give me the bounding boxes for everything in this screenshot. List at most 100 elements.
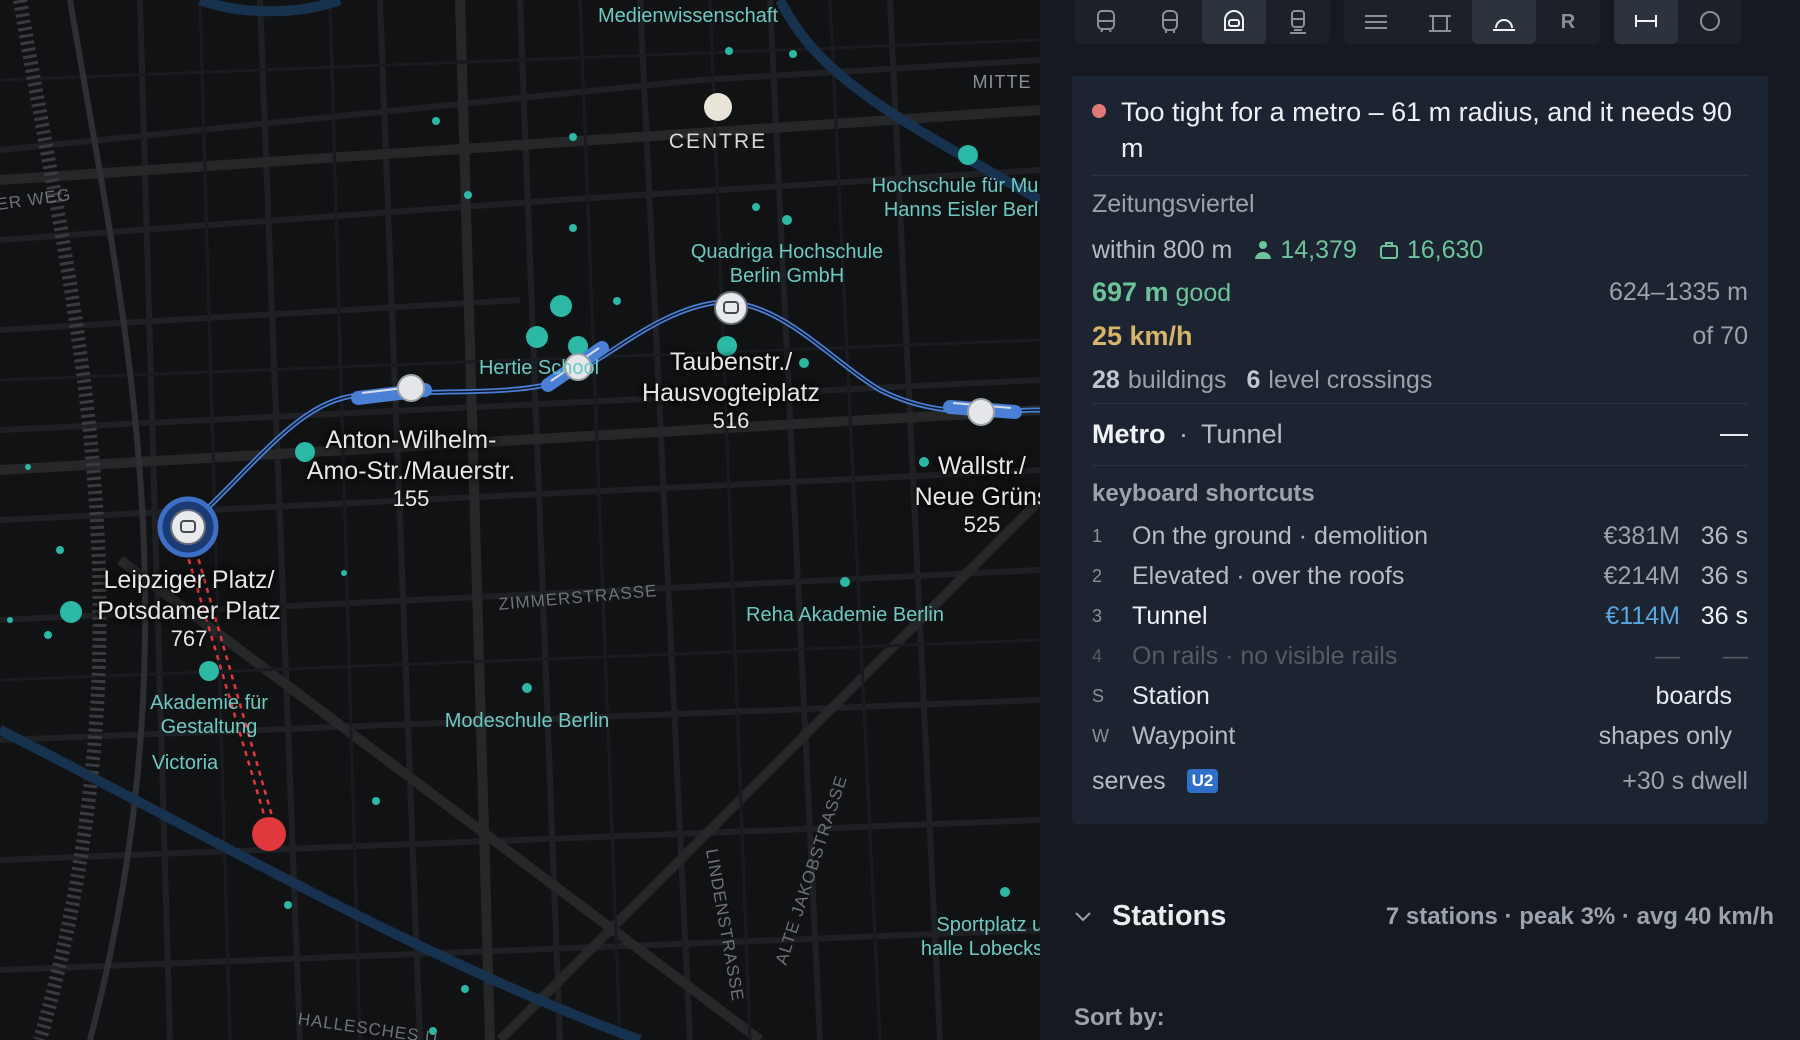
option-cost: €381M	[1603, 521, 1680, 550]
station-label-wallstr[interactable]: Wallstr./ Neue Grüns 525	[915, 451, 1040, 538]
map-label-reha: Reha Akademie Berlin	[746, 604, 944, 626]
spacing-rating: good	[1175, 278, 1232, 307]
option-key: 2	[1092, 565, 1103, 586]
map-canvas[interactable]: Medienwissenschaft MITTE CENTRE ER WEG H…	[0, 0, 1040, 1040]
option-on-rails: 4 On rails · no visible rails — —	[1092, 636, 1748, 676]
station-count: 155	[392, 486, 430, 511]
option-time: 36 s	[1700, 521, 1748, 550]
vehicle-group	[1074, 0, 1330, 44]
option-cost: €214M	[1603, 561, 1680, 590]
option-key: 4	[1092, 645, 1103, 666]
station-name: Leipziger Platz/ Potsdamer Platz	[97, 566, 281, 625]
shortcuts-heading: keyboard shortcuts	[1092, 480, 1315, 507]
mode-name: Metro	[1092, 419, 1166, 449]
briefcase-icon	[1379, 242, 1398, 259]
impact-row: 28 buildings 6 level crossings	[1092, 358, 1748, 404]
speed-max: of 70	[1692, 321, 1748, 350]
station-label-taubenstr[interactable]: Taubenstr./ Hausvogteiplatz 516	[642, 347, 820, 434]
tram-icon	[1097, 10, 1115, 33]
mode-row[interactable]: Metro · Tunnel	[1092, 404, 1748, 466]
elevated-button[interactable]	[1408, 0, 1472, 44]
r-button[interactable]: R	[1536, 0, 1600, 44]
option-time: —	[1723, 641, 1748, 670]
dwell-time: +30 s dwell	[1622, 766, 1748, 795]
draw-group	[1614, 0, 1742, 44]
option-key: W	[1092, 725, 1109, 746]
chevron-down-icon	[1075, 911, 1091, 921]
option-tunnel[interactable]: 3 Tunnel €114M 36 s	[1092, 596, 1748, 636]
option-name: Waypoint	[1132, 721, 1236, 750]
station-count: 525	[963, 512, 1001, 537]
ground-icon	[1365, 15, 1387, 29]
spacing-value: 697 m	[1092, 276, 1169, 307]
map-label-mitte: MITTE	[972, 72, 1032, 92]
station-name: Wallstr./ Neue Grüns	[914, 452, 1040, 511]
station-label-anton-wilhelm-amo[interactable]: Anton-Wilhelm- Amo-Str./Mauerstr. 155	[307, 425, 515, 512]
r-icon: R	[1560, 10, 1576, 33]
station-name: Anton-Wilhelm- Amo-Str./Mauerstr.	[306, 426, 516, 485]
residents-value: 14,379	[1280, 235, 1357, 264]
crossings-label: level crossings	[1268, 366, 1433, 394]
jobs-stat: 16,630	[1379, 236, 1483, 265]
train-button[interactable]	[1266, 0, 1330, 44]
option-key: S	[1092, 685, 1105, 706]
option-key: 1	[1092, 525, 1103, 546]
option-time: 36 s	[1700, 601, 1748, 630]
tram-button[interactable]	[1074, 0, 1138, 44]
bus-button[interactable]	[1138, 0, 1202, 44]
catchment-row: within 800 m 14,379 16,630	[1092, 230, 1748, 270]
segment-icon	[1635, 15, 1657, 27]
option-ground[interactable]: 1 On the ground · demolition €381M 36 s	[1092, 516, 1748, 556]
metro-button[interactable]	[1202, 0, 1266, 44]
map-label-victoria: Victoria	[151, 752, 219, 774]
map-label-hochschule-musik: Hochschule für Mu Hanns Eisler Berl	[871, 175, 1039, 221]
catchment-label: within 800 m	[1092, 235, 1233, 264]
side-panel: R Too tight for a metro – 61 m radius, a…	[1040, 0, 1800, 1040]
segment-button[interactable]	[1614, 0, 1678, 44]
stations-title: Stations	[1112, 900, 1227, 932]
mode-type: Tunnel	[1201, 419, 1283, 449]
station-count: 516	[712, 408, 750, 433]
option-cost: €114M	[1605, 601, 1680, 630]
speed-row: 25 km/h of 70	[1092, 314, 1748, 358]
map-label-modeschule: Modeschule Berlin	[444, 710, 610, 732]
jobs-value: 16,630	[1406, 235, 1484, 264]
crossings-count: 6	[1246, 366, 1261, 394]
residents-stat: 14,379	[1254, 235, 1357, 265]
collapse-dash-icon[interactable]	[1720, 433, 1748, 436]
tunnel-icon	[1493, 19, 1515, 31]
serves-row: serves U2 +30 s dwell	[1092, 758, 1748, 804]
spacing-range: 624–1335 m	[1608, 277, 1748, 306]
warning-point-marker	[252, 817, 286, 851]
mode-toolbar: R	[1074, 0, 1756, 44]
stations-section-header[interactable]: Stations 7 stations · peak 3% · avg 40 k…	[1074, 900, 1774, 933]
map-label-quadriga: Quadriga Hochschule Berlin GmbH	[690, 241, 884, 287]
stations-summary: 7 stations · peak 3% · avg 40 km/h	[1385, 902, 1774, 930]
mode-separator: ·	[1179, 419, 1189, 449]
warning-text: Too tight for a metro – 61 m radius, and…	[1121, 97, 1732, 163]
segment-info-card: Too tight for a metro – 61 m radius, and…	[1072, 76, 1768, 824]
sort-label: Sort by:	[1074, 1004, 1165, 1031]
circle-icon	[1700, 11, 1720, 31]
station-label-leipziger-platz[interactable]: Leipziger Platz/ Potsdamer Platz 767	[97, 565, 280, 652]
option-cost: —	[1655, 641, 1680, 670]
option-elevated[interactable]: 2 Elevated · over the roofs €214M 36 s	[1092, 556, 1748, 596]
option-station[interactable]: S Station boards	[1092, 676, 1748, 716]
circle-button[interactable]	[1678, 0, 1742, 44]
option-waypoint[interactable]: W Waypoint shapes only	[1092, 716, 1748, 756]
option-name: On the ground · demolition	[1132, 521, 1429, 550]
ground-button[interactable]	[1344, 0, 1408, 44]
zone-name: Zeitungsviertel	[1092, 190, 1255, 218]
option-name: Tunnel	[1132, 601, 1208, 630]
buildings-count: 28	[1092, 366, 1120, 394]
option-key: 3	[1092, 605, 1103, 626]
speed-value: 25 km/h	[1092, 320, 1193, 351]
option-note: shapes only	[1598, 721, 1732, 750]
station-name: Taubenstr./ Hausvogteiplatz	[642, 348, 820, 407]
spacing-row: 697 m good 624–1335 m	[1092, 270, 1748, 314]
line-badge[interactable]: U2	[1186, 768, 1219, 793]
tunnel-button[interactable]	[1472, 0, 1536, 44]
station-marker-taubenstr	[714, 291, 748, 325]
map-label-sportplatz: Sportplatz u halle Lobecks	[920, 914, 1040, 960]
map-label-hertie: Hertie School	[478, 357, 600, 379]
